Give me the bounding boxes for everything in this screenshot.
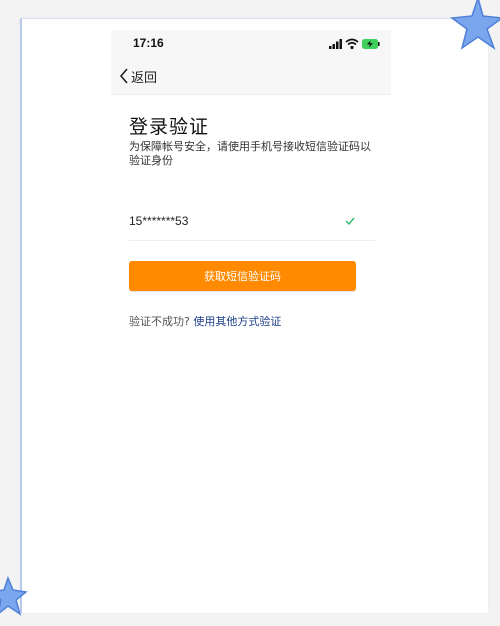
nav-bar: 返回 — [111, 58, 391, 95]
page-description: 为保障帐号安全，请使用手机号接收短信验证码以验证身份 — [129, 140, 371, 167]
battery-charging-icon — [362, 39, 380, 49]
chevron-left-icon — [119, 68, 128, 84]
page-title: 登录验证 — [129, 116, 210, 138]
status-icons — [329, 38, 380, 50]
back-label: 返回 — [131, 70, 158, 86]
star-icon — [449, 0, 500, 50]
wifi-icon — [345, 38, 359, 50]
signal-icon — [329, 39, 342, 49]
fail-prompt: 验证不成功? — [129, 315, 190, 328]
star-icon — [0, 576, 28, 616]
status-time: 17:16 — [133, 36, 164, 50]
get-sms-code-button[interactable]: 获取短信验证码 — [129, 261, 356, 291]
phone-row: 15*******53 — [129, 210, 375, 241]
alt-method-link[interactable]: 使用其他方式验证 — [193, 315, 281, 328]
phone-number: 15*******53 — [129, 214, 189, 228]
fail-row: 验证不成功? 使用其他方式验证 — [129, 313, 281, 329]
back-button[interactable]: 返回 — [119, 66, 157, 86]
check-icon — [345, 217, 355, 225]
status-bar: 17:16 — [111, 30, 391, 58]
